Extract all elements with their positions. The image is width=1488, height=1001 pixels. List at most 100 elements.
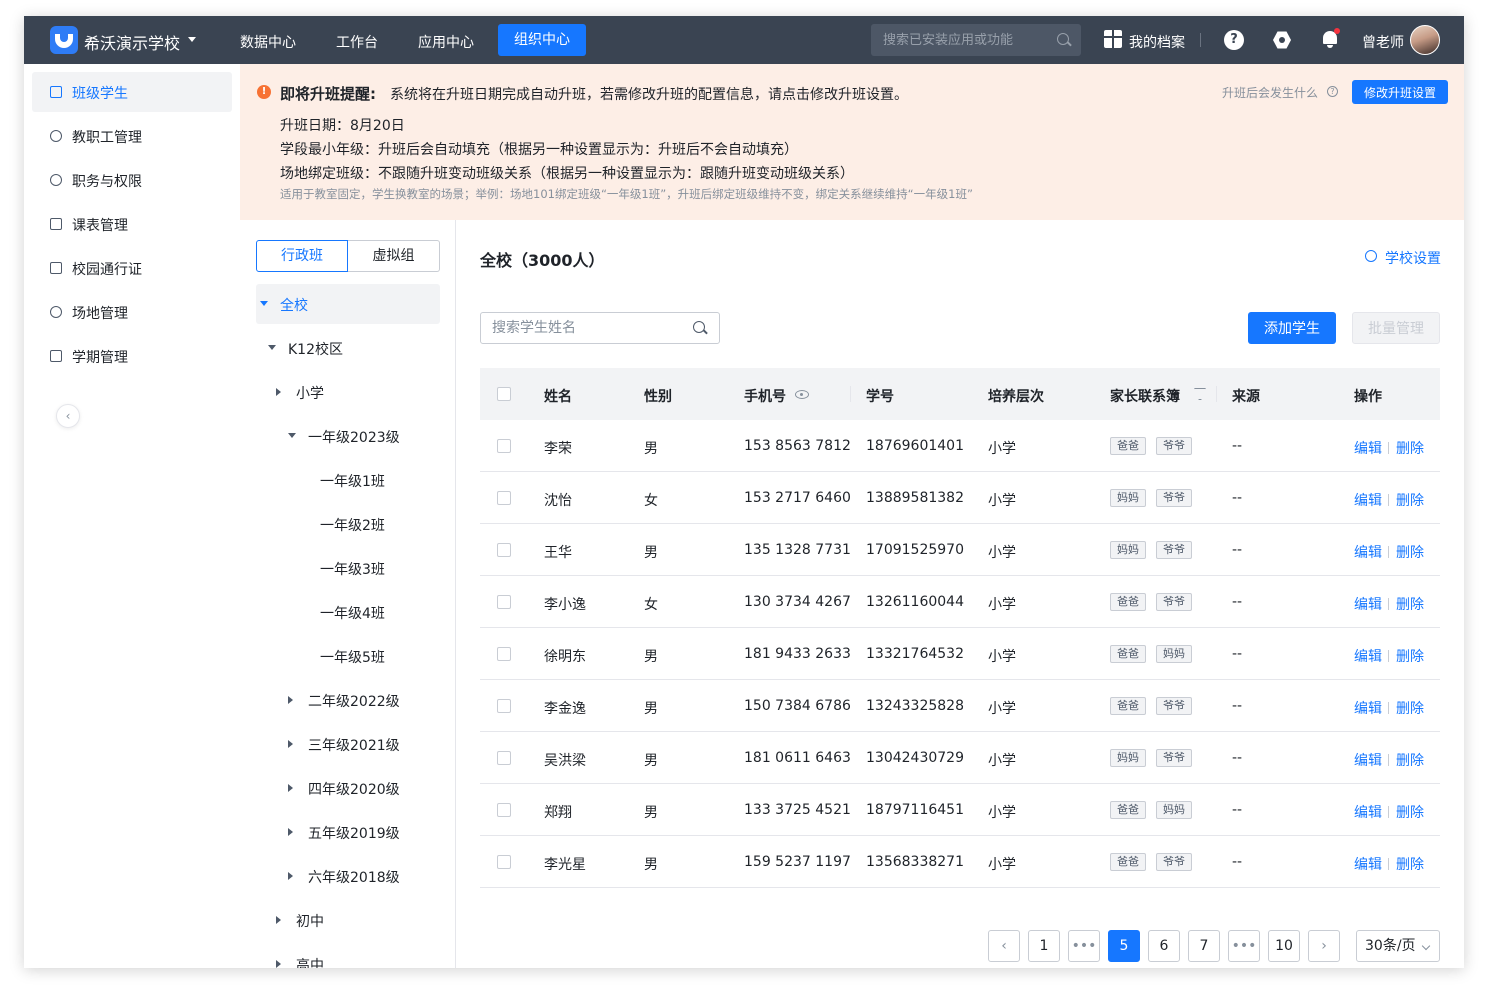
search-icon[interactable] xyxy=(1057,33,1069,45)
edit-button[interactable]: 编辑 xyxy=(1354,542,1382,562)
nav-item-app-center[interactable]: 应用中心 xyxy=(418,32,474,52)
caret-down-icon[interactable] xyxy=(268,345,276,350)
tree-node[interactable]: 一年级2023级 xyxy=(256,416,440,456)
student-search-box[interactable] xyxy=(480,312,720,344)
caret-right-icon[interactable] xyxy=(288,740,293,748)
archive-icon[interactable] xyxy=(1104,30,1122,48)
row-checkbox[interactable] xyxy=(497,543,511,557)
caret-down-icon[interactable] xyxy=(260,301,268,306)
sidebar-item-timetable[interactable]: 课表管理 xyxy=(32,204,232,244)
sidebar-item-roles[interactable]: 职务与权限 xyxy=(32,160,232,200)
prev-page-chevron-icon[interactable]: ‹ xyxy=(988,930,1020,962)
caret-right-icon[interactable] xyxy=(288,828,293,836)
tree-node[interactable]: 一年级5班 xyxy=(256,636,440,676)
edit-button[interactable]: 编辑 xyxy=(1354,802,1382,822)
edit-button[interactable]: 编辑 xyxy=(1354,750,1382,770)
search-icon[interactable] xyxy=(693,321,705,333)
edit-button[interactable]: 编辑 xyxy=(1354,438,1382,458)
caret-right-icon[interactable] xyxy=(276,960,281,968)
sidebar-item-venues[interactable]: 场地管理 xyxy=(32,292,232,332)
filter-icon[interactable] xyxy=(1194,388,1206,400)
add-student-button[interactable]: 添加学生 xyxy=(1248,312,1336,344)
edit-button[interactable]: 编辑 xyxy=(1354,698,1382,718)
global-search-input[interactable] xyxy=(871,24,1051,56)
tree-node[interactable]: 六年级2018级 xyxy=(256,856,440,896)
tree-node[interactable]: 全校 xyxy=(256,284,440,324)
row-checkbox[interactable] xyxy=(497,751,511,765)
school-settings-link[interactable]: 学校设置 xyxy=(1365,248,1441,268)
row-checkbox[interactable] xyxy=(497,699,511,713)
eye-icon[interactable] xyxy=(795,390,809,399)
modify-upgrade-settings-button[interactable]: 修改升班设置 xyxy=(1352,80,1448,104)
tab-virtual-group[interactable]: 虚拟组 xyxy=(348,240,440,272)
edit-button[interactable]: 编辑 xyxy=(1354,646,1382,666)
school-dropdown-caret-icon[interactable] xyxy=(188,37,196,42)
page-button[interactable]: 10 xyxy=(1268,930,1300,962)
global-search-box[interactable] xyxy=(871,24,1081,56)
tree-node[interactable]: 二年级2022级 xyxy=(256,680,440,720)
edit-button[interactable]: 编辑 xyxy=(1354,854,1382,874)
nav-item-org-center[interactable]: 组织中心 xyxy=(498,24,586,56)
tree-node[interactable]: 四年级2020级 xyxy=(256,768,440,808)
tree-node[interactable]: 一年级3班 xyxy=(256,548,440,588)
delete-button[interactable]: 删除 xyxy=(1396,542,1424,562)
nav-item-data-center[interactable]: 数据中心 xyxy=(240,32,296,52)
collapse-sidebar-chevron-icon[interactable]: ‹ xyxy=(56,404,80,428)
delete-button[interactable]: 删除 xyxy=(1396,438,1424,458)
question-icon[interactable]: ? xyxy=(1327,86,1338,97)
caret-right-icon[interactable] xyxy=(276,388,281,396)
tree-node[interactable]: 小学 xyxy=(256,372,440,412)
row-checkbox[interactable] xyxy=(497,855,511,869)
tree-node[interactable]: 三年级2021级 xyxy=(256,724,440,764)
school-logo-icon[interactable] xyxy=(50,26,78,54)
page-size-select[interactable]: 30条/页 xyxy=(1356,930,1440,962)
tree-node[interactable]: 一年级1班 xyxy=(256,460,440,500)
user-name[interactable]: 曾老师 xyxy=(1362,32,1404,52)
sidebar-item-class-students[interactable]: 班级学生 xyxy=(32,72,232,112)
delete-button[interactable]: 删除 xyxy=(1396,646,1424,666)
delete-button[interactable]: 删除 xyxy=(1396,490,1424,510)
row-checkbox[interactable] xyxy=(497,647,511,661)
delete-button[interactable]: 删除 xyxy=(1396,698,1424,718)
sidebar-item-staff[interactable]: 教职工管理 xyxy=(32,116,232,156)
caret-right-icon[interactable] xyxy=(288,696,293,704)
delete-button[interactable]: 删除 xyxy=(1396,594,1424,614)
row-checkbox[interactable] xyxy=(497,491,511,505)
caret-right-icon[interactable] xyxy=(288,872,293,880)
tree-node[interactable]: 高中 xyxy=(256,944,440,968)
tree-node[interactable]: 一年级2班 xyxy=(256,504,440,544)
school-name[interactable]: 希沃演示学校 xyxy=(84,30,180,54)
next-page-chevron-icon[interactable]: › xyxy=(1308,930,1340,962)
edit-button[interactable]: 编辑 xyxy=(1354,490,1382,510)
page-ellipsis[interactable]: ••• xyxy=(1068,930,1100,962)
banner-help-link[interactable]: 升班后会发生什么 xyxy=(1222,84,1318,101)
tab-admin-class[interactable]: 行政班 xyxy=(256,240,348,272)
help-icon[interactable]: ? xyxy=(1224,30,1244,50)
page-button[interactable]: 1 xyxy=(1028,930,1060,962)
page-button[interactable]: 7 xyxy=(1188,930,1220,962)
row-checkbox[interactable] xyxy=(497,439,511,453)
delete-button[interactable]: 删除 xyxy=(1396,802,1424,822)
sidebar-item-campus-pass[interactable]: 校园通行证 xyxy=(32,248,232,288)
caret-right-icon[interactable] xyxy=(288,784,293,792)
caret-down-icon[interactable] xyxy=(288,433,296,438)
select-all-checkbox[interactable] xyxy=(497,387,511,401)
tree-node[interactable]: 一年级4班 xyxy=(256,592,440,632)
delete-button[interactable]: 删除 xyxy=(1396,854,1424,874)
tree-node[interactable]: 初中 xyxy=(256,900,440,940)
settings-icon[interactable] xyxy=(1273,31,1291,49)
sidebar-item-semesters[interactable]: 学期管理 xyxy=(32,336,232,376)
tree-node[interactable]: 五年级2019级 xyxy=(256,812,440,852)
edit-button[interactable]: 编辑 xyxy=(1354,594,1382,614)
tree-node[interactable]: K12校区 xyxy=(256,328,440,368)
row-checkbox[interactable] xyxy=(497,803,511,817)
page-ellipsis[interactable]: ••• xyxy=(1228,930,1260,962)
student-search-input[interactable] xyxy=(481,313,681,343)
my-archive-link[interactable]: 我的档案 xyxy=(1129,32,1185,52)
page-button-current[interactable]: 5 xyxy=(1108,930,1140,962)
page-button[interactable]: 6 xyxy=(1148,930,1180,962)
caret-right-icon[interactable] xyxy=(276,916,281,924)
nav-item-workbench[interactable]: 工作台 xyxy=(336,32,378,52)
row-checkbox[interactable] xyxy=(497,595,511,609)
delete-button[interactable]: 删除 xyxy=(1396,750,1424,770)
